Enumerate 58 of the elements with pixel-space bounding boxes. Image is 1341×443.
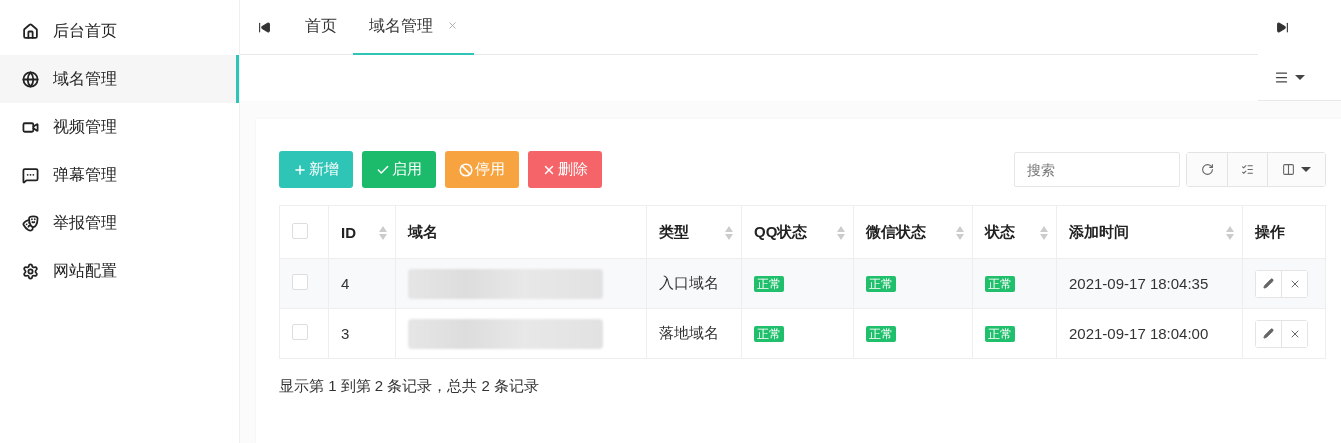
skip-back-icon bbox=[258, 20, 271, 34]
sidebar-item[interactable]: 弹幕管理 bbox=[0, 151, 239, 199]
column-header[interactable]: 类型 bbox=[646, 205, 742, 259]
list-check-icon bbox=[1241, 163, 1254, 176]
checkbox[interactable] bbox=[292, 324, 308, 340]
checkbox[interactable] bbox=[292, 222, 308, 239]
skip-forward-icon bbox=[1276, 20, 1289, 34]
chat-icon bbox=[22, 166, 39, 184]
sort-icon[interactable] bbox=[379, 226, 387, 240]
sidebar-item[interactable]: 举报管理 bbox=[0, 199, 239, 247]
table-cell: 2021-09-17 18:04:00 bbox=[1056, 308, 1243, 359]
columns-button[interactable] bbox=[1267, 153, 1325, 186]
pencil-icon bbox=[1263, 328, 1274, 339]
column-header[interactable]: 微信状态 bbox=[853, 205, 973, 259]
table-cell: 落地域名 bbox=[646, 308, 742, 359]
edit-button[interactable] bbox=[1256, 270, 1281, 297]
sidebar-item[interactable]: 域名管理 bbox=[0, 55, 239, 103]
column-header[interactable]: ID bbox=[328, 205, 396, 259]
sort-icon[interactable] bbox=[1226, 226, 1234, 240]
columns-icon bbox=[1282, 163, 1295, 176]
tab[interactable]: 域名管理 bbox=[353, 0, 474, 55]
status-badge: 正常 bbox=[985, 326, 1015, 342]
sidebar-item[interactable]: 后台首页 bbox=[0, 7, 239, 55]
checkbox[interactable] bbox=[292, 274, 308, 290]
table-cell: 2021-09-17 18:04:35 bbox=[1056, 258, 1243, 309]
sort-icon[interactable] bbox=[837, 226, 845, 240]
mask-icon bbox=[22, 214, 39, 232]
status-badge: 正常 bbox=[866, 326, 896, 342]
column-header[interactable]: QQ状态 bbox=[741, 205, 854, 259]
plus-icon bbox=[293, 162, 307, 177]
column-header: 域名 bbox=[395, 205, 647, 259]
status-badge: 正常 bbox=[754, 276, 784, 292]
menu-icon bbox=[1274, 69, 1289, 85]
status-badge: 正常 bbox=[754, 326, 784, 342]
sidebar-item[interactable]: 视频管理 bbox=[0, 103, 239, 151]
refresh-icon bbox=[1200, 163, 1214, 176]
column-header[interactable]: 添加时间 bbox=[1056, 205, 1243, 259]
ban-icon bbox=[459, 162, 473, 177]
sort-icon[interactable] bbox=[956, 226, 964, 240]
record-summary: 显示第 1 到第 2 条记录，总共 2 条记录 bbox=[279, 377, 541, 396]
column-header: 操作 bbox=[1242, 205, 1326, 259]
status-badge: 正常 bbox=[866, 276, 896, 292]
pencil-icon bbox=[1263, 278, 1274, 289]
toggle-view-button[interactable] bbox=[1227, 153, 1267, 186]
column-header[interactable]: 状态 bbox=[972, 205, 1057, 259]
table-cell: 3 bbox=[328, 308, 396, 359]
settings-icon bbox=[22, 262, 39, 280]
table-cell: 4 bbox=[328, 258, 396, 309]
sort-icon[interactable] bbox=[725, 226, 733, 240]
globe-icon bbox=[22, 70, 39, 88]
table-cell: 入口域名 bbox=[646, 258, 742, 309]
search-field[interactable]: 搜索 bbox=[1014, 152, 1180, 187]
tab[interactable]: 首页 bbox=[289, 0, 353, 55]
home-icon bbox=[22, 22, 39, 40]
sidebar-item[interactable]: 网站配置 bbox=[0, 247, 239, 295]
status-badge: 正常 bbox=[985, 276, 1015, 292]
sort-icon[interactable] bbox=[1040, 226, 1048, 240]
refresh-button[interactable] bbox=[1187, 153, 1227, 186]
